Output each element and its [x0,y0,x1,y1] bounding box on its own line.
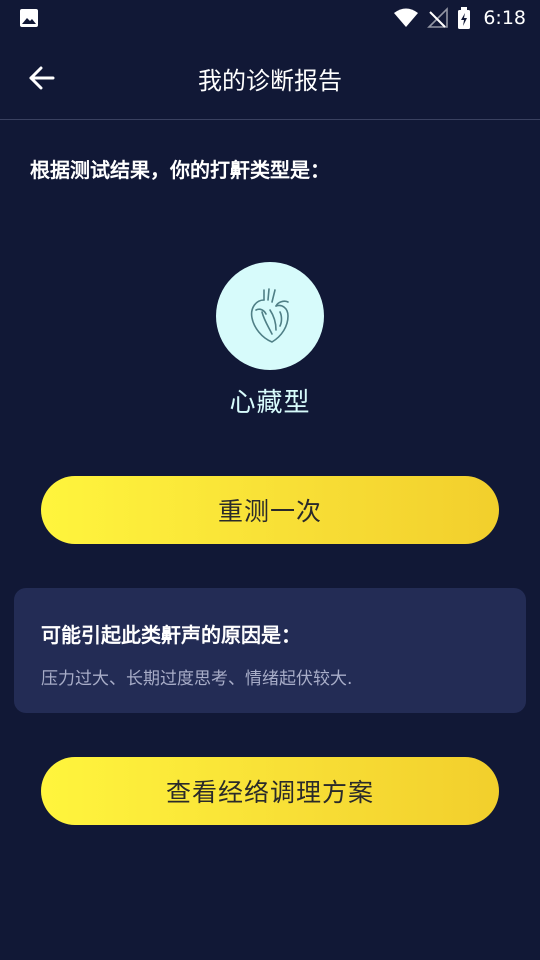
back-arrow-icon [28,66,56,90]
cause-title: 可能引起此类鼾声的原因是： [41,623,301,647]
view-plan-button[interactable]: 查看经络调理方案 [41,757,499,825]
snore-type-name: 心藏型 [229,388,311,418]
cause-text: 压力过大、长期过度思考、情绪起伏较大. [41,669,353,689]
status-time: 6:18 [483,7,526,29]
status-right: 6:18 [393,7,526,29]
status-left [18,7,40,29]
type-icon-circle [216,262,324,370]
image-icon [18,7,40,29]
retest-button[interactable]: 重测一次 [41,476,499,544]
status-bar: 6:18 [0,0,540,36]
app-header: 我的诊断报告 [0,36,540,120]
wifi-icon [393,7,419,29]
no-signal-icon [427,7,449,29]
back-button[interactable] [22,60,62,96]
page-title: 我的诊断报告 [198,66,342,95]
result-heading: 根据测试结果，你的打鼾类型是： [30,158,330,182]
heart-icon [242,286,298,346]
battery-icon [457,7,471,29]
cause-card: 可能引起此类鼾声的原因是： 压力过大、长期过度思考、情绪起伏较大. [14,588,526,713]
